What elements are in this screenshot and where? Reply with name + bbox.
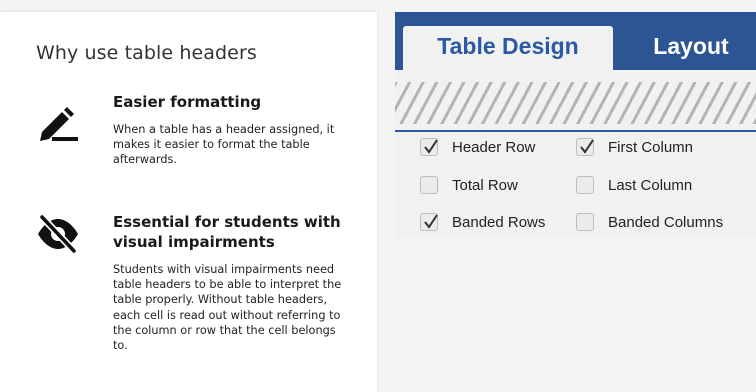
banded-rows-checkbox[interactable]	[420, 213, 438, 231]
option-first-column[interactable]: First Column	[576, 135, 693, 159]
checkmark-icon	[580, 139, 594, 154]
option-banded-rows[interactable]: Banded Rows	[420, 210, 545, 234]
ribbon-tab-bar: Table Design Layout	[395, 12, 756, 70]
option-total-row[interactable]: Total Row	[420, 173, 518, 197]
pencil-edit-icon	[36, 102, 80, 151]
last-column-label: Last Column	[608, 176, 693, 194]
tab-layout[interactable]: Layout	[631, 26, 751, 70]
feature-body-formatting: When a table has a header assigned, it m…	[113, 123, 335, 167]
banded-columns-label: Banded Columns	[608, 213, 724, 231]
total-row-checkbox[interactable]	[420, 176, 438, 194]
first-column-checkbox[interactable]	[576, 138, 594, 156]
option-last-column[interactable]: Last Column	[576, 173, 692, 197]
table-design-ribbon: Table Design Layout Header Row Total Row…	[395, 12, 756, 238]
header-row-label: Header Row	[452, 138, 536, 156]
table-style-gallery[interactable]	[395, 82, 756, 124]
total-row-label: Total Row	[452, 176, 518, 194]
ribbon-divider	[395, 130, 756, 132]
header-row-checkbox[interactable]	[420, 138, 438, 156]
feature-heading-visual-impairments: Essential for students with visual impai…	[113, 213, 341, 251]
option-header-row[interactable]: Header Row	[420, 135, 535, 159]
first-column-label: First Column	[608, 138, 694, 156]
tab-table-design[interactable]: Table Design	[403, 26, 613, 70]
feature-heading-formatting: Easier formatting	[113, 93, 262, 111]
checkmark-icon	[424, 214, 438, 229]
banded-columns-checkbox[interactable]	[576, 213, 594, 231]
feature-body-visual-impairments: Students with visual impairments need ta…	[113, 263, 342, 353]
eye-slash-icon	[36, 213, 80, 259]
last-column-checkbox[interactable]	[576, 176, 594, 194]
banded-rows-label: Banded Rows	[452, 213, 546, 231]
info-card: Why use table headers Easier formatting …	[0, 12, 377, 392]
option-banded-columns[interactable]: Banded Columns	[576, 210, 723, 234]
checkmark-icon	[424, 139, 438, 154]
card-title: Why use table headers	[36, 42, 257, 64]
